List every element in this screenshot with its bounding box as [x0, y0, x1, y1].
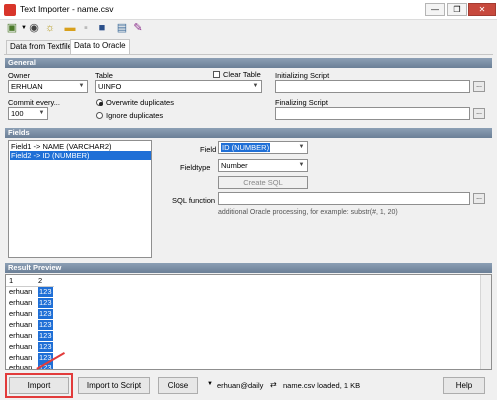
fields-section-header: Fields	[5, 128, 492, 138]
field-value: ID (NUMBER)	[221, 143, 271, 152]
table-cell: erhuan	[9, 309, 33, 318]
commit-every-value: 100	[11, 109, 24, 118]
table-cell: erhuan	[9, 287, 33, 296]
help-button[interactable]: Help	[443, 377, 485, 394]
overwrite-duplicates-label: Overwrite duplicates	[106, 98, 174, 107]
table-cell: erhuan	[9, 298, 33, 307]
fields-list[interactable]: Field1 -> NAME (VARCHAR2) Field2 -> ID (…	[8, 140, 152, 258]
list-item[interactable]: Field2 -> ID (NUMBER)	[10, 151, 151, 160]
clear-table-label: Clear Table	[223, 70, 261, 79]
sql-function-browse-button[interactable]: ...	[473, 193, 485, 204]
owner-combobox[interactable]: ERHUAN ▼	[8, 80, 88, 93]
table-cell: erhuan	[9, 331, 33, 340]
open-icon[interactable]: ▣	[6, 22, 18, 34]
initializing-script-browse-button[interactable]: ...	[473, 81, 485, 92]
table-cell: 123	[38, 298, 53, 308]
fieldtype-value: Number	[221, 161, 248, 170]
connection-label[interactable]: erhuan@daily	[217, 381, 263, 390]
result-preview-header: Result Preview	[5, 263, 492, 273]
table-cell: 123	[38, 309, 53, 319]
commit-every-combobox[interactable]: 100 ▼	[8, 107, 48, 120]
sql-function-hint: additional Oracle processing, for exampl…	[218, 209, 398, 216]
clear-table-checkbox[interactable]	[213, 71, 220, 78]
finalizing-script-browse-button[interactable]: ...	[473, 108, 485, 119]
finalizing-script-input[interactable]	[275, 107, 470, 120]
field-combobox[interactable]: ID (NUMBER) ▼	[218, 141, 308, 154]
save-icon[interactable]: ■	[96, 22, 108, 34]
ignore-duplicates-radio[interactable]	[96, 112, 103, 119]
status-text: name.csv loaded, 1 KB	[283, 381, 361, 390]
folder-icon[interactable]: ▬	[64, 22, 76, 34]
chevron-down-icon[interactable]: ▼	[297, 161, 306, 170]
overwrite-duplicates-radio[interactable]	[96, 99, 103, 106]
import-highlight	[5, 373, 73, 398]
fieldtype-combobox[interactable]: Number ▼	[218, 159, 308, 172]
tab-divider	[4, 54, 493, 55]
tab-data-to-oracle[interactable]: Data to Oracle	[70, 39, 130, 54]
sql-function-label: SQL function	[172, 196, 216, 205]
minimize-button[interactable]: —	[425, 3, 445, 16]
lightbulb-icon[interactable]: ☼	[44, 22, 56, 34]
table-cell: 123	[38, 342, 53, 352]
chevron-down-icon[interactable]: ▼	[37, 109, 46, 118]
chevron-down-icon[interactable]: ▼	[207, 381, 213, 387]
chevron-down-icon[interactable]: ▼	[251, 82, 260, 91]
preview-scrollbar[interactable]	[480, 275, 491, 369]
commit-every-label: Commit every...	[8, 98, 60, 107]
column-header: 1	[9, 276, 14, 285]
table-combobox[interactable]: UINFO ▼	[95, 80, 262, 93]
owner-value: ERHUAN	[11, 82, 43, 91]
table-icon[interactable]: ▤	[116, 22, 128, 34]
status-icon: ⇄	[270, 380, 277, 389]
result-preview-grid[interactable]: 1 2 erhuan 123 erhuan 123 erhuan 123 erh…	[5, 274, 492, 370]
table-cell: 123	[38, 287, 53, 297]
list-item[interactable]: Field1 -> NAME (VARCHAR2)	[10, 142, 151, 151]
field-label: Field	[200, 145, 217, 154]
chevron-down-icon[interactable]: ▼	[297, 143, 306, 152]
table-cell: 123	[38, 320, 53, 330]
table-cell: 123	[38, 331, 53, 341]
table-label: Table	[95, 71, 113, 80]
ignore-duplicates-label: Ignore duplicates	[106, 111, 164, 120]
table-cell: erhuan	[9, 320, 33, 329]
tab-data-from-textfile[interactable]: Data from Textfile	[6, 40, 77, 54]
chevron-down-icon[interactable]: ▼	[77, 82, 86, 91]
table-cell: erhuan	[9, 353, 33, 362]
sql-function-input[interactable]	[218, 192, 470, 205]
general-section-header: General	[5, 58, 492, 68]
finalizing-script-label: Finalizing Script	[275, 98, 328, 107]
initializing-script-input[interactable]	[275, 80, 470, 93]
owner-label: Owner	[8, 71, 31, 80]
wand-icon[interactable]: ✎	[132, 22, 144, 34]
column-header: 2	[38, 276, 43, 285]
database-icon[interactable]: ◉	[28, 22, 40, 34]
table-value: UINFO	[98, 82, 122, 91]
app-icon	[4, 4, 16, 16]
close-button[interactable]: Close	[158, 377, 198, 394]
maximize-button[interactable]: ❐	[447, 3, 467, 16]
window-title: Text Importer - name.csv	[20, 4, 114, 14]
initializing-script-label: Initializing Script	[275, 71, 330, 80]
create-sql-button[interactable]: Create SQL	[218, 176, 308, 189]
import-to-script-button[interactable]: Import to Script	[78, 377, 150, 394]
save-disabled-icon: ▪	[84, 22, 88, 34]
fieldtype-label: Fieldtype	[180, 163, 211, 172]
table-cell: erhuan	[9, 342, 33, 351]
table-cell: erhuan	[9, 363, 33, 370]
close-window-button[interactable]: ✕	[468, 3, 496, 16]
